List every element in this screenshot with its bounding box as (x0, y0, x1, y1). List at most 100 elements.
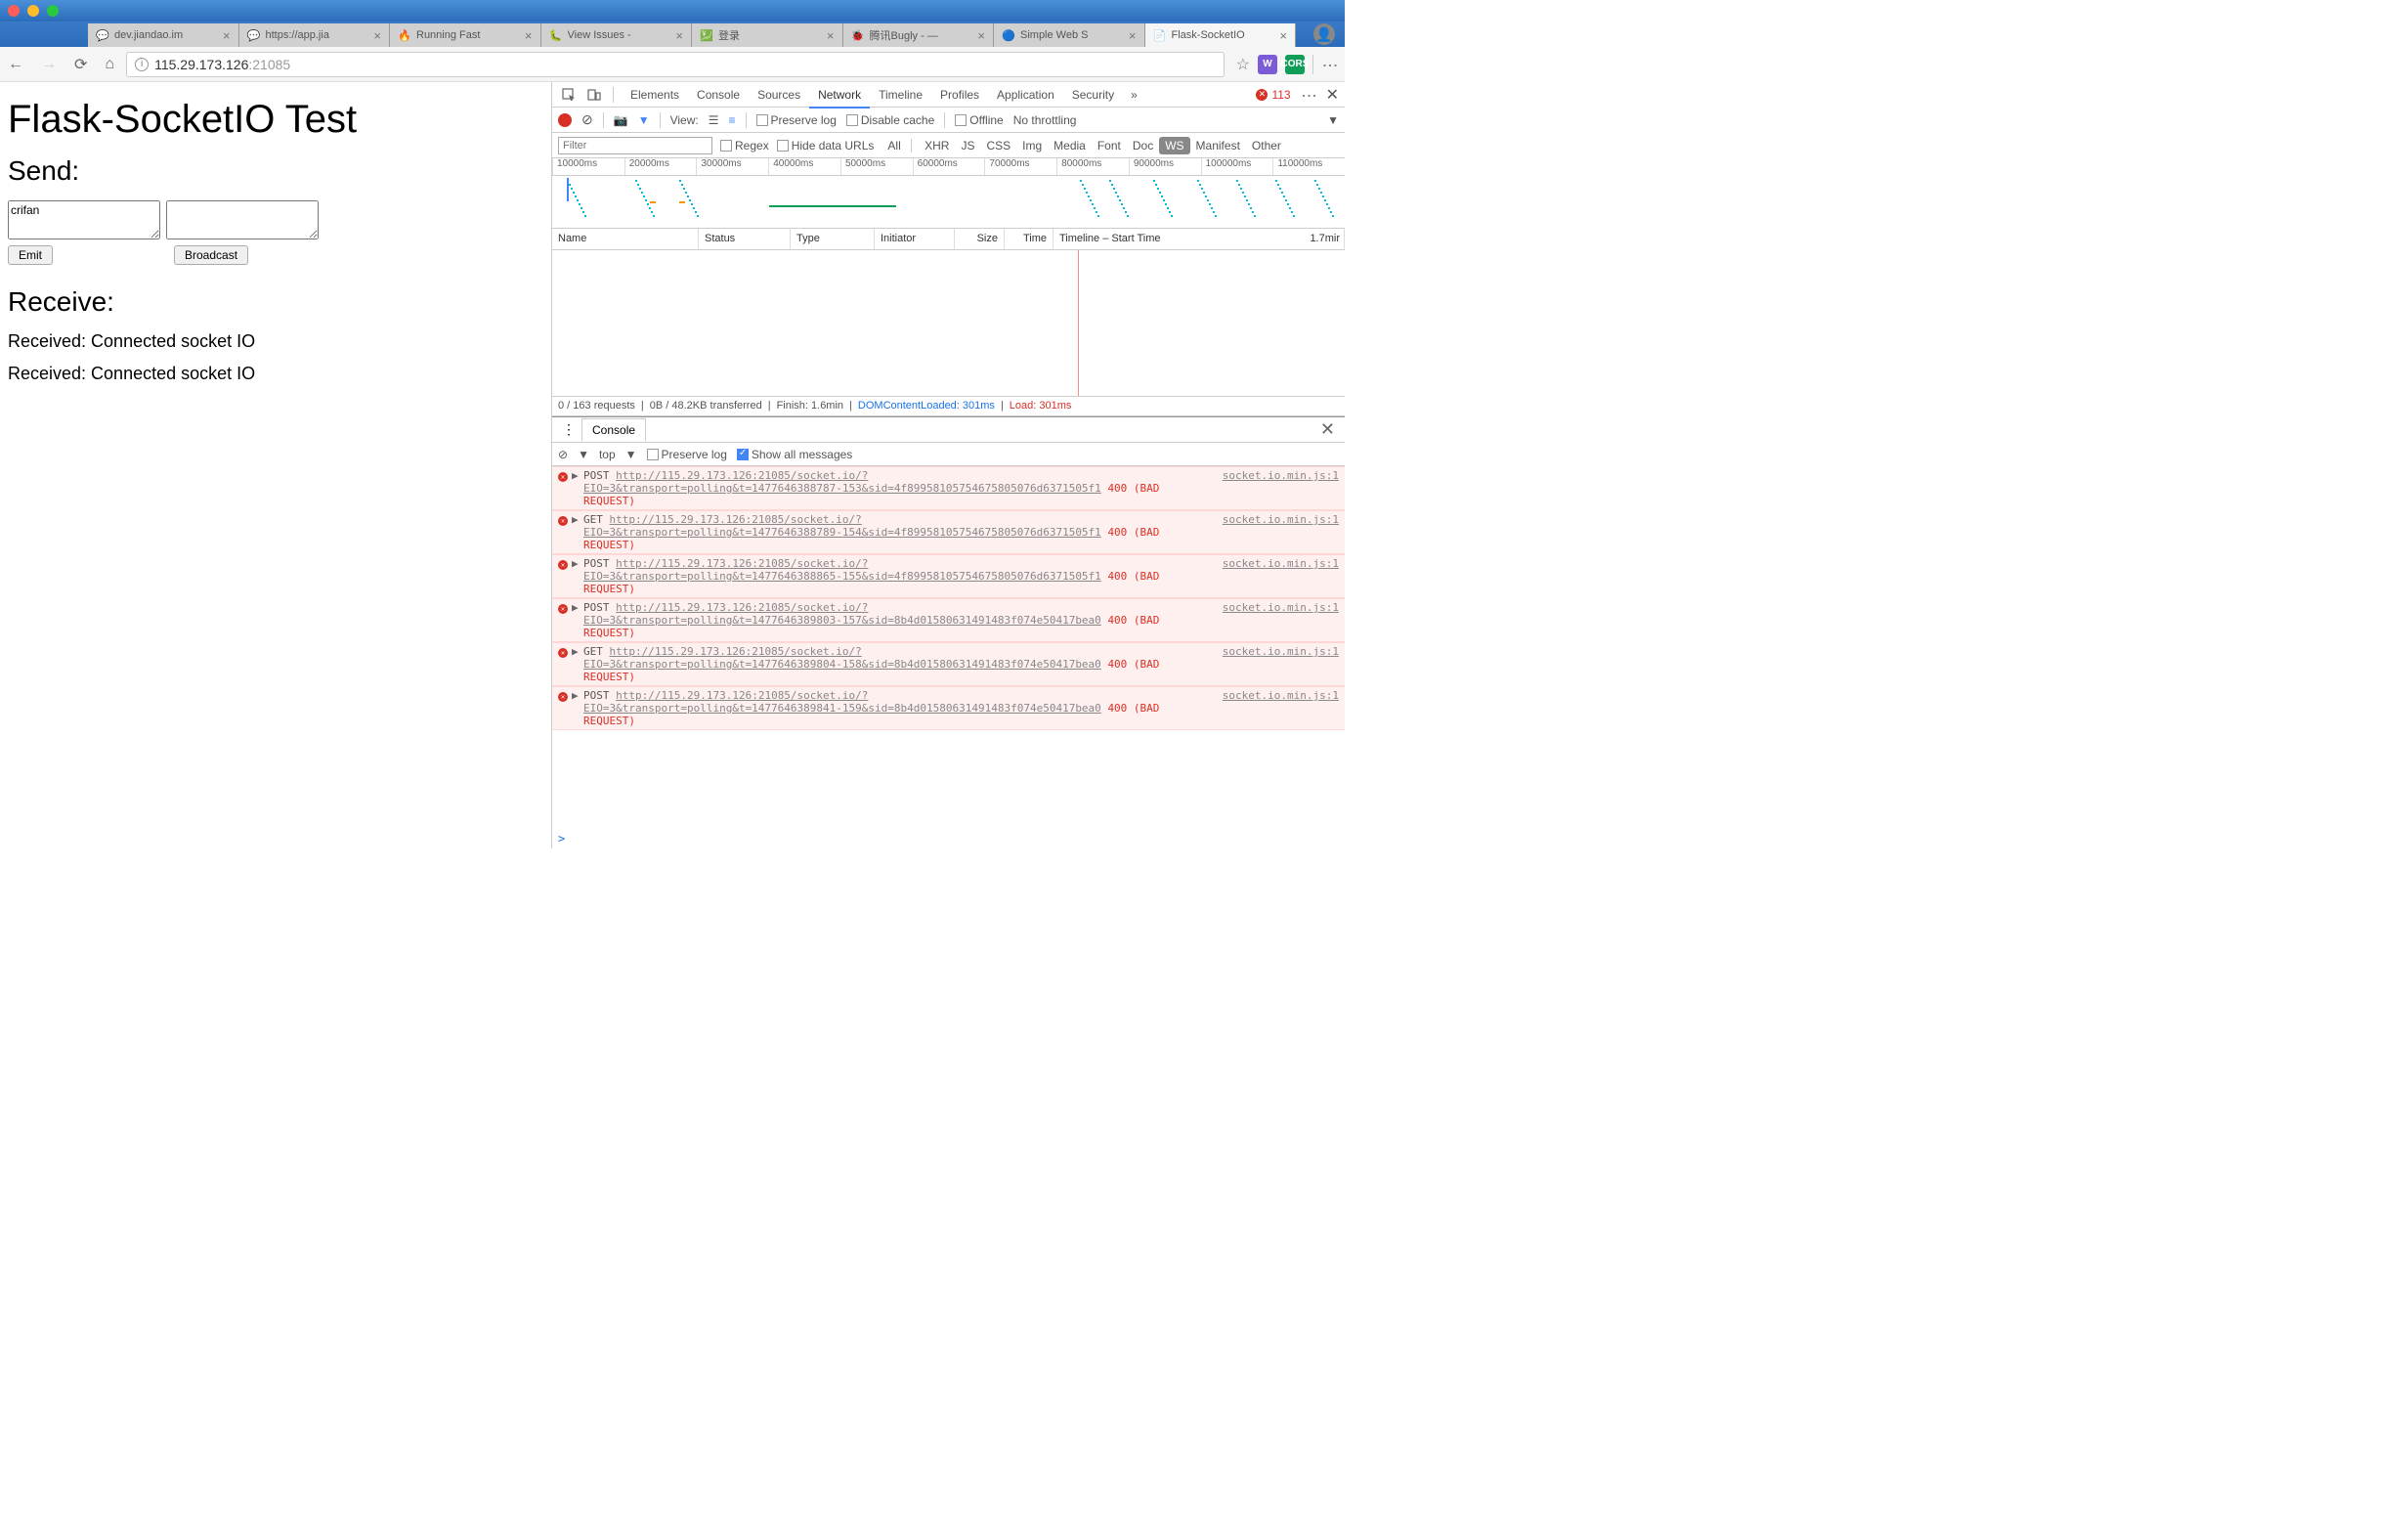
log-source-link[interactable]: socket.io.min.js:1 (1223, 469, 1339, 507)
filter-type-ws[interactable]: WS (1159, 137, 1189, 154)
clear-button[interactable]: ⊘ (581, 111, 593, 128)
console-error-entry[interactable]: ✕▶POST http://115.29.173.126:21085/socke… (552, 466, 1345, 510)
console-error-entry[interactable]: ✕▶GET http://115.29.173.126:21085/socket… (552, 642, 1345, 686)
devtools-tab-application[interactable]: Application (988, 83, 1063, 107)
filter-type-font[interactable]: Font (1092, 137, 1127, 154)
context-dropdown-icon[interactable]: ▼ (625, 448, 637, 461)
browser-tab[interactable]: 🐛View Issues -× (541, 23, 693, 47)
log-source-link[interactable]: socket.io.min.js:1 (1223, 689, 1339, 727)
filter-toggle-icon[interactable]: ▼ (638, 113, 650, 127)
col-size[interactable]: Size (955, 229, 1005, 249)
browser-tab[interactable]: 💬https://app.jia× (239, 23, 391, 47)
tab-close-icon[interactable]: × (1279, 28, 1287, 43)
filter-type-doc[interactable]: Doc (1127, 137, 1159, 154)
maximize-window-button[interactable] (47, 5, 59, 17)
filter-type-media[interactable]: Media (1048, 137, 1092, 154)
show-all-messages-checkbox[interactable]: Show all messages (737, 448, 852, 461)
tab-close-icon[interactable]: × (223, 28, 231, 43)
col-name[interactable]: Name (552, 229, 699, 249)
broadcast-button[interactable]: Broadcast (174, 245, 248, 265)
expand-arrow-icon[interactable]: ▶ (572, 689, 583, 727)
expand-arrow-icon[interactable]: ▶ (572, 469, 583, 507)
back-button[interactable]: ← (8, 56, 23, 73)
devtools-tab-profiles[interactable]: Profiles (931, 83, 988, 107)
filter-type-xhr[interactable]: XHR (919, 137, 955, 154)
close-window-button[interactable] (8, 5, 20, 17)
minimize-window-button[interactable] (27, 5, 39, 17)
reload-button[interactable]: ⟳ (74, 55, 87, 74)
devtools-tab-console[interactable]: Console (688, 83, 749, 107)
browser-tab[interactable]: 🔥Running Fast× (390, 23, 541, 47)
element-picker-icon[interactable] (558, 88, 580, 102)
devtools-menu-button[interactable]: ⋮ (1301, 88, 1316, 101)
throttling-select[interactable]: No throttling (1013, 113, 1077, 127)
drawer-menu-button[interactable]: ⋮ (556, 421, 581, 438)
throttling-dropdown-icon[interactable]: ▼ (1327, 113, 1339, 127)
log-source-link[interactable]: socket.io.min.js:1 (1223, 557, 1339, 595)
devtools-tab-security[interactable]: Security (1063, 83, 1123, 107)
filter-type-all[interactable]: All (882, 137, 906, 154)
log-source-link[interactable]: socket.io.min.js:1 (1223, 645, 1339, 683)
filter-type-manifest[interactable]: Manifest (1190, 137, 1246, 154)
browser-tab[interactable]: 💬dev.jiandao.im× (88, 23, 239, 47)
expand-arrow-icon[interactable]: ▶ (572, 557, 583, 595)
record-button[interactable] (558, 113, 572, 127)
device-toggle-icon[interactable] (583, 88, 605, 102)
extension-cors-icon[interactable]: CORS (1285, 55, 1305, 74)
emit-input[interactable]: crifan (8, 200, 160, 239)
filter-type-js[interactable]: JS (955, 137, 980, 154)
browser-menu-button[interactable]: ⋮ (1321, 58, 1337, 70)
capture-screenshots-icon[interactable]: 📷 (614, 113, 628, 127)
console-clear-button[interactable]: ⊘ (558, 448, 568, 461)
col-type[interactable]: Type (791, 229, 875, 249)
url-input[interactable]: i 115.29.173.126:21085 (126, 52, 1225, 77)
devtools-tab-elements[interactable]: Elements (622, 83, 688, 107)
console-error-entry[interactable]: ✕▶POST http://115.29.173.126:21085/socke… (552, 598, 1345, 642)
console-error-entry[interactable]: ✕▶POST http://115.29.173.126:21085/socke… (552, 554, 1345, 598)
console-error-entry[interactable]: ✕▶GET http://115.29.173.126:21085/socket… (552, 510, 1345, 554)
disable-cache-checkbox[interactable]: Disable cache (846, 113, 934, 127)
error-count-badge[interactable]: ✕113 (1256, 88, 1290, 102)
filter-type-img[interactable]: Img (1016, 137, 1048, 154)
tab-close-icon[interactable]: × (675, 28, 683, 43)
site-info-icon[interactable]: i (135, 58, 149, 71)
col-time[interactable]: Time (1005, 229, 1054, 249)
offline-checkbox[interactable]: Offline (955, 113, 1003, 127)
devtools-tab-timeline[interactable]: Timeline (870, 83, 931, 107)
browser-tab[interactable]: 📄Flask-SocketIO× (1145, 23, 1297, 47)
expand-arrow-icon[interactable]: ▶ (572, 645, 583, 683)
preserve-log-checkbox[interactable]: Preserve log (756, 113, 837, 127)
expand-arrow-icon[interactable]: ▶ (572, 601, 583, 639)
log-source-link[interactable]: socket.io.min.js:1 (1223, 601, 1339, 639)
view-waterfall-icon[interactable]: ≡ (728, 113, 735, 127)
tab-close-icon[interactable]: × (373, 28, 381, 43)
tab-close-icon[interactable]: × (1129, 28, 1137, 43)
tab-close-icon[interactable]: × (525, 28, 533, 43)
timeline-overview[interactable] (552, 176, 1345, 229)
browser-tab[interactable]: 🔵Simple Web S× (994, 23, 1145, 47)
expand-arrow-icon[interactable]: ▶ (572, 513, 583, 551)
regex-checkbox[interactable]: Regex (720, 139, 769, 152)
more-tabs-button[interactable]: » (1127, 88, 1141, 102)
log-source-link[interactable]: socket.io.min.js:1 (1223, 513, 1339, 551)
browser-tab[interactable]: 💹登录× (692, 23, 843, 47)
broadcast-input[interactable] (166, 200, 319, 239)
drawer-close-button[interactable]: ✕ (1314, 419, 1341, 440)
console-preserve-log-checkbox[interactable]: Preserve log (647, 448, 727, 461)
emit-button[interactable]: Emit (8, 245, 53, 265)
console-prompt[interactable]: > (552, 829, 1345, 848)
devtools-tab-sources[interactable]: Sources (749, 83, 809, 107)
devtools-tab-network[interactable]: Network (809, 83, 870, 108)
console-tab[interactable]: Console (581, 418, 646, 441)
extension-icon-1[interactable]: W (1258, 55, 1277, 74)
browser-tab[interactable]: 🐞腾讯Bugly - —× (843, 23, 995, 47)
console-context-select[interactable]: top (599, 448, 616, 461)
devtools-close-button[interactable]: ✕ (1326, 85, 1339, 105)
tab-close-icon[interactable]: × (977, 28, 985, 43)
hide-data-urls-checkbox[interactable]: Hide data URLs (777, 139, 875, 152)
profile-avatar[interactable]: 👤 (1313, 23, 1335, 45)
console-filter-icon[interactable]: ▼ (578, 448, 589, 461)
home-button[interactable]: ⌂ (105, 56, 114, 73)
col-timeline[interactable]: Timeline – Start Time1.7mir (1054, 229, 1345, 249)
console-error-entry[interactable]: ✕▶POST http://115.29.173.126:21085/socke… (552, 686, 1345, 730)
